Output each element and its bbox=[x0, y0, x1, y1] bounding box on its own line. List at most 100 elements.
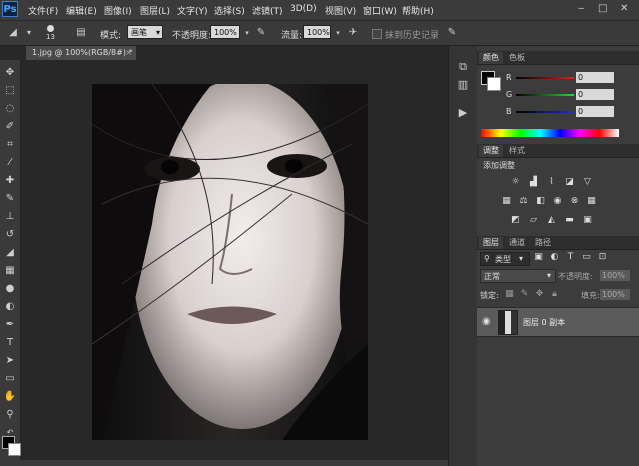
vibrance-adjust-icon[interactable]: ▽ bbox=[582, 177, 593, 188]
hand-tool-icon[interactable]: ✋ bbox=[3, 390, 17, 404]
tab-paths[interactable]: 路径 bbox=[531, 237, 555, 249]
fill-input[interactable]: 100% bbox=[600, 289, 630, 300]
gradient-tool-icon[interactable]: ▦ bbox=[3, 264, 17, 278]
menu-image[interactable]: 图像(I) bbox=[104, 4, 132, 17]
tab-layers[interactable]: 图层 bbox=[479, 237, 503, 249]
path-select-icon[interactable]: ➤ bbox=[3, 354, 17, 368]
shape-tool-icon[interactable]: ▭ bbox=[3, 372, 17, 386]
crop-tool-icon[interactable]: ⌗ bbox=[3, 138, 17, 152]
healing-brush-icon[interactable]: ✚ bbox=[3, 174, 17, 188]
maximize-icon[interactable]: □ bbox=[598, 3, 607, 14]
levels-adjust-icon[interactable]: ▟ bbox=[528, 177, 539, 188]
airbrush-icon[interactable]: ✈ bbox=[346, 26, 360, 40]
dodge-tool-icon[interactable]: ◐ bbox=[3, 300, 17, 314]
tool-preset-dropdown-icon[interactable]: ▾ bbox=[22, 26, 36, 40]
tab-channels[interactable]: 通道 bbox=[505, 237, 529, 249]
menu-select[interactable]: 选择(S) bbox=[214, 4, 245, 17]
tab-adjustments[interactable]: 调整 bbox=[479, 145, 503, 157]
blur-tool-icon[interactable]: ● bbox=[3, 282, 17, 296]
menu-filter[interactable]: 滤镜(T) bbox=[252, 4, 283, 17]
flow-input[interactable]: 100% bbox=[303, 25, 331, 39]
opacity-dropdown-icon[interactable]: ▾ bbox=[240, 26, 254, 40]
lock-pixels-icon[interactable]: ✎ bbox=[519, 289, 530, 300]
color-lookup-icon[interactable]: ▦ bbox=[586, 196, 597, 207]
filter-shape-icon[interactable]: ▭ bbox=[581, 252, 592, 263]
tab-color[interactable]: 颜色 bbox=[479, 52, 503, 64]
filter-smart-icon[interactable]: ⊡ bbox=[597, 252, 608, 263]
properties-panel-icon[interactable]: ▥ bbox=[456, 78, 470, 92]
b-value-input[interactable]: 0 bbox=[576, 106, 614, 117]
lock-position-icon[interactable]: ✥ bbox=[534, 289, 545, 300]
r-slider[interactable] bbox=[516, 77, 574, 79]
portrait-photo[interactable] bbox=[92, 84, 368, 440]
filter-adjust-icon[interactable]: ◐ bbox=[549, 252, 560, 263]
marquee-tool-icon[interactable]: ⬚ bbox=[3, 84, 17, 98]
pressure-size-icon[interactable]: ✎ bbox=[445, 26, 459, 40]
tab-swatches[interactable]: 色板 bbox=[505, 52, 529, 64]
curves-adjust-icon[interactable]: ⌇ bbox=[546, 177, 557, 188]
eyedropper-tool-icon[interactable]: ⁄ bbox=[3, 156, 17, 170]
exposure-adjust-icon[interactable]: ◪ bbox=[564, 177, 575, 188]
quick-select-tool-icon[interactable]: ✐ bbox=[3, 120, 17, 134]
invert-icon[interactable]: ◩ bbox=[510, 215, 521, 226]
history-checkbox[interactable] bbox=[372, 29, 382, 39]
menu-help[interactable]: 帮助(H) bbox=[402, 4, 434, 17]
flow-dropdown-icon[interactable]: ▾ bbox=[331, 26, 345, 40]
document-tab[interactable]: 1.jpg @ 100%(RGB/8#) * × bbox=[26, 46, 136, 60]
blend-mode-select[interactable]: 正常 ▾ bbox=[480, 269, 556, 283]
layer-row[interactable]: ◉ 图层 0 副本 bbox=[477, 307, 639, 337]
r-value-input[interactable]: 0 bbox=[576, 72, 614, 83]
close-icon[interactable]: ✕ bbox=[620, 3, 628, 14]
move-tool-icon[interactable]: ✥ bbox=[3, 66, 17, 80]
opacity-input[interactable]: 100% bbox=[210, 25, 240, 39]
g-value-input[interactable]: 0 bbox=[576, 89, 614, 100]
menu-edit[interactable]: 编辑(E) bbox=[66, 4, 97, 17]
history-brush-icon[interactable]: ↺ bbox=[3, 228, 17, 242]
g-slider[interactable] bbox=[516, 94, 574, 96]
lasso-tool-icon[interactable]: ◌ bbox=[3, 102, 17, 116]
layer-opacity-input[interactable]: 100% bbox=[600, 270, 630, 281]
color-bg-swatch[interactable] bbox=[487, 77, 501, 91]
layer-visibility-eye-icon[interactable]: ◉ bbox=[482, 316, 491, 327]
color-spectrum-ramp[interactable] bbox=[481, 129, 619, 137]
hue-adjust-icon[interactable]: ▦ bbox=[501, 196, 512, 207]
tab-styles[interactable]: 样式 bbox=[505, 145, 529, 157]
brush-tool-icon[interactable]: ✎ bbox=[3, 192, 17, 206]
actions-panel-icon[interactable]: ▶ bbox=[456, 106, 470, 120]
posterize-icon[interactable]: ▱ bbox=[528, 215, 539, 226]
background-color-swatch[interactable] bbox=[8, 443, 21, 456]
menu-window[interactable]: 窗口(W) bbox=[363, 4, 397, 17]
layer-filter-select[interactable]: ⚲ 类型 ▾ bbox=[480, 252, 530, 266]
pen-tool-icon[interactable]: ✒ bbox=[3, 318, 17, 332]
pressure-opacity-icon[interactable]: ✎ bbox=[254, 26, 268, 40]
filter-pixel-icon[interactable]: ▣ bbox=[533, 252, 544, 263]
menu-layer[interactable]: 图层(L) bbox=[140, 4, 170, 17]
brush-preset-picker[interactable]: 13 bbox=[42, 24, 60, 42]
brush-panel-icon[interactable]: ▤ bbox=[74, 26, 88, 40]
lock-all-icon[interactable]: 🔒︎ bbox=[549, 289, 560, 300]
b-slider[interactable] bbox=[516, 111, 574, 113]
menu-file[interactable]: 文件(F) bbox=[28, 4, 58, 17]
eraser-tool-icon[interactable]: ◢ bbox=[6, 26, 20, 40]
color-balance-icon[interactable]: ⚖ bbox=[518, 196, 529, 207]
channel-mixer-icon[interactable]: ⊗ bbox=[569, 196, 580, 207]
type-tool-icon[interactable]: T bbox=[3, 336, 17, 350]
menu-view[interactable]: 视图(V) bbox=[325, 4, 356, 17]
black-white-icon[interactable]: ◧ bbox=[535, 196, 546, 207]
zoom-tool-icon[interactable]: ⚲ bbox=[3, 408, 17, 422]
minimize-icon[interactable]: ‒ bbox=[578, 3, 584, 14]
gradient-map-icon[interactable]: ▬ bbox=[564, 215, 575, 226]
eraser-tool-icon[interactable]: ◢ bbox=[3, 246, 17, 260]
lock-transparent-icon[interactable]: ▦ bbox=[504, 289, 515, 300]
clone-stamp-icon[interactable]: ⊥ bbox=[3, 210, 17, 224]
selective-color-icon[interactable]: ▣ bbox=[582, 215, 593, 226]
threshold-icon[interactable]: ◭ bbox=[546, 215, 557, 226]
photo-filter-icon[interactable]: ◉ bbox=[552, 196, 563, 207]
history-panel-icon[interactable]: ⧉ bbox=[456, 60, 470, 74]
menu-3d[interactable]: 3D(D) bbox=[290, 4, 317, 14]
layer-name[interactable]: 图层 0 副本 bbox=[523, 317, 565, 328]
brightness-adjust-icon[interactable]: ☼ bbox=[510, 177, 521, 188]
menu-type[interactable]: 文字(Y) bbox=[177, 4, 208, 17]
tab-close-icon[interactable]: × bbox=[125, 46, 132, 60]
mode-select[interactable]: 画笔 ▾ bbox=[127, 25, 163, 39]
